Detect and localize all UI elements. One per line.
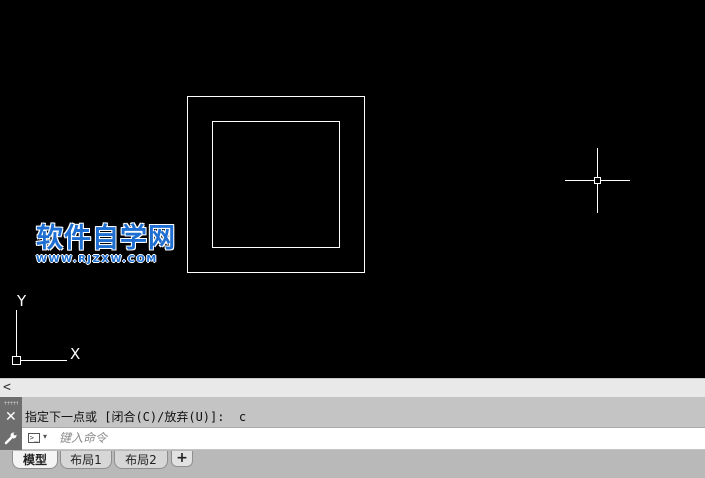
ucs-x-label: X	[70, 345, 80, 363]
chevron-down-icon[interactable]: ▾	[43, 432, 47, 441]
tab-model[interactable]: 模型	[12, 451, 58, 469]
inner-rectangle[interactable]	[212, 121, 340, 248]
grip-icon[interactable]	[4, 401, 18, 405]
command-input[interactable]	[59, 429, 659, 447]
wrench-icon[interactable]	[4, 431, 18, 445]
watermark: 软件自学网 WWW.RJZXW.COM	[36, 224, 186, 270]
command-line-panel: ✕ 指定下一点或 [闭合(C)/放弃(U)]: c >_ ▾	[0, 397, 705, 450]
ucs-y-label: Y	[16, 292, 27, 310]
command-prompt-icon[interactable]: >_	[28, 433, 40, 443]
close-icon[interactable]: ✕	[5, 410, 17, 424]
watermark-title: 软件自学网	[36, 223, 176, 254]
command-history-line: 指定下一点或 [闭合(C)/放弃(U)]: c	[25, 410, 247, 424]
drawing-svg[interactable]: Y X	[0, 0, 705, 378]
command-input-row: >_ ▾	[22, 427, 705, 449]
outer-rectangle[interactable]	[187, 96, 365, 273]
tab-layout1[interactable]: 布局1	[60, 451, 112, 469]
crosshair-cursor-icon	[565, 148, 630, 213]
layout-tab-bar: 模型 布局1 布局2 +	[0, 450, 705, 478]
drawing-canvas[interactable]: Y X 软件自学网 WWW.RJZXW.COM	[0, 0, 705, 378]
scroll-left-arrow-icon[interactable]: <	[3, 380, 11, 395]
command-line-handle[interactable]: ✕	[0, 397, 22, 450]
ucs-icon: Y X	[12, 292, 80, 365]
horizontal-scrollbar[interactable]: <	[0, 378, 705, 397]
watermark-url: WWW.RJZXW.COM	[36, 254, 158, 265]
add-layout-button[interactable]: +	[171, 451, 193, 467]
tab-layout2[interactable]: 布局2	[114, 451, 168, 469]
